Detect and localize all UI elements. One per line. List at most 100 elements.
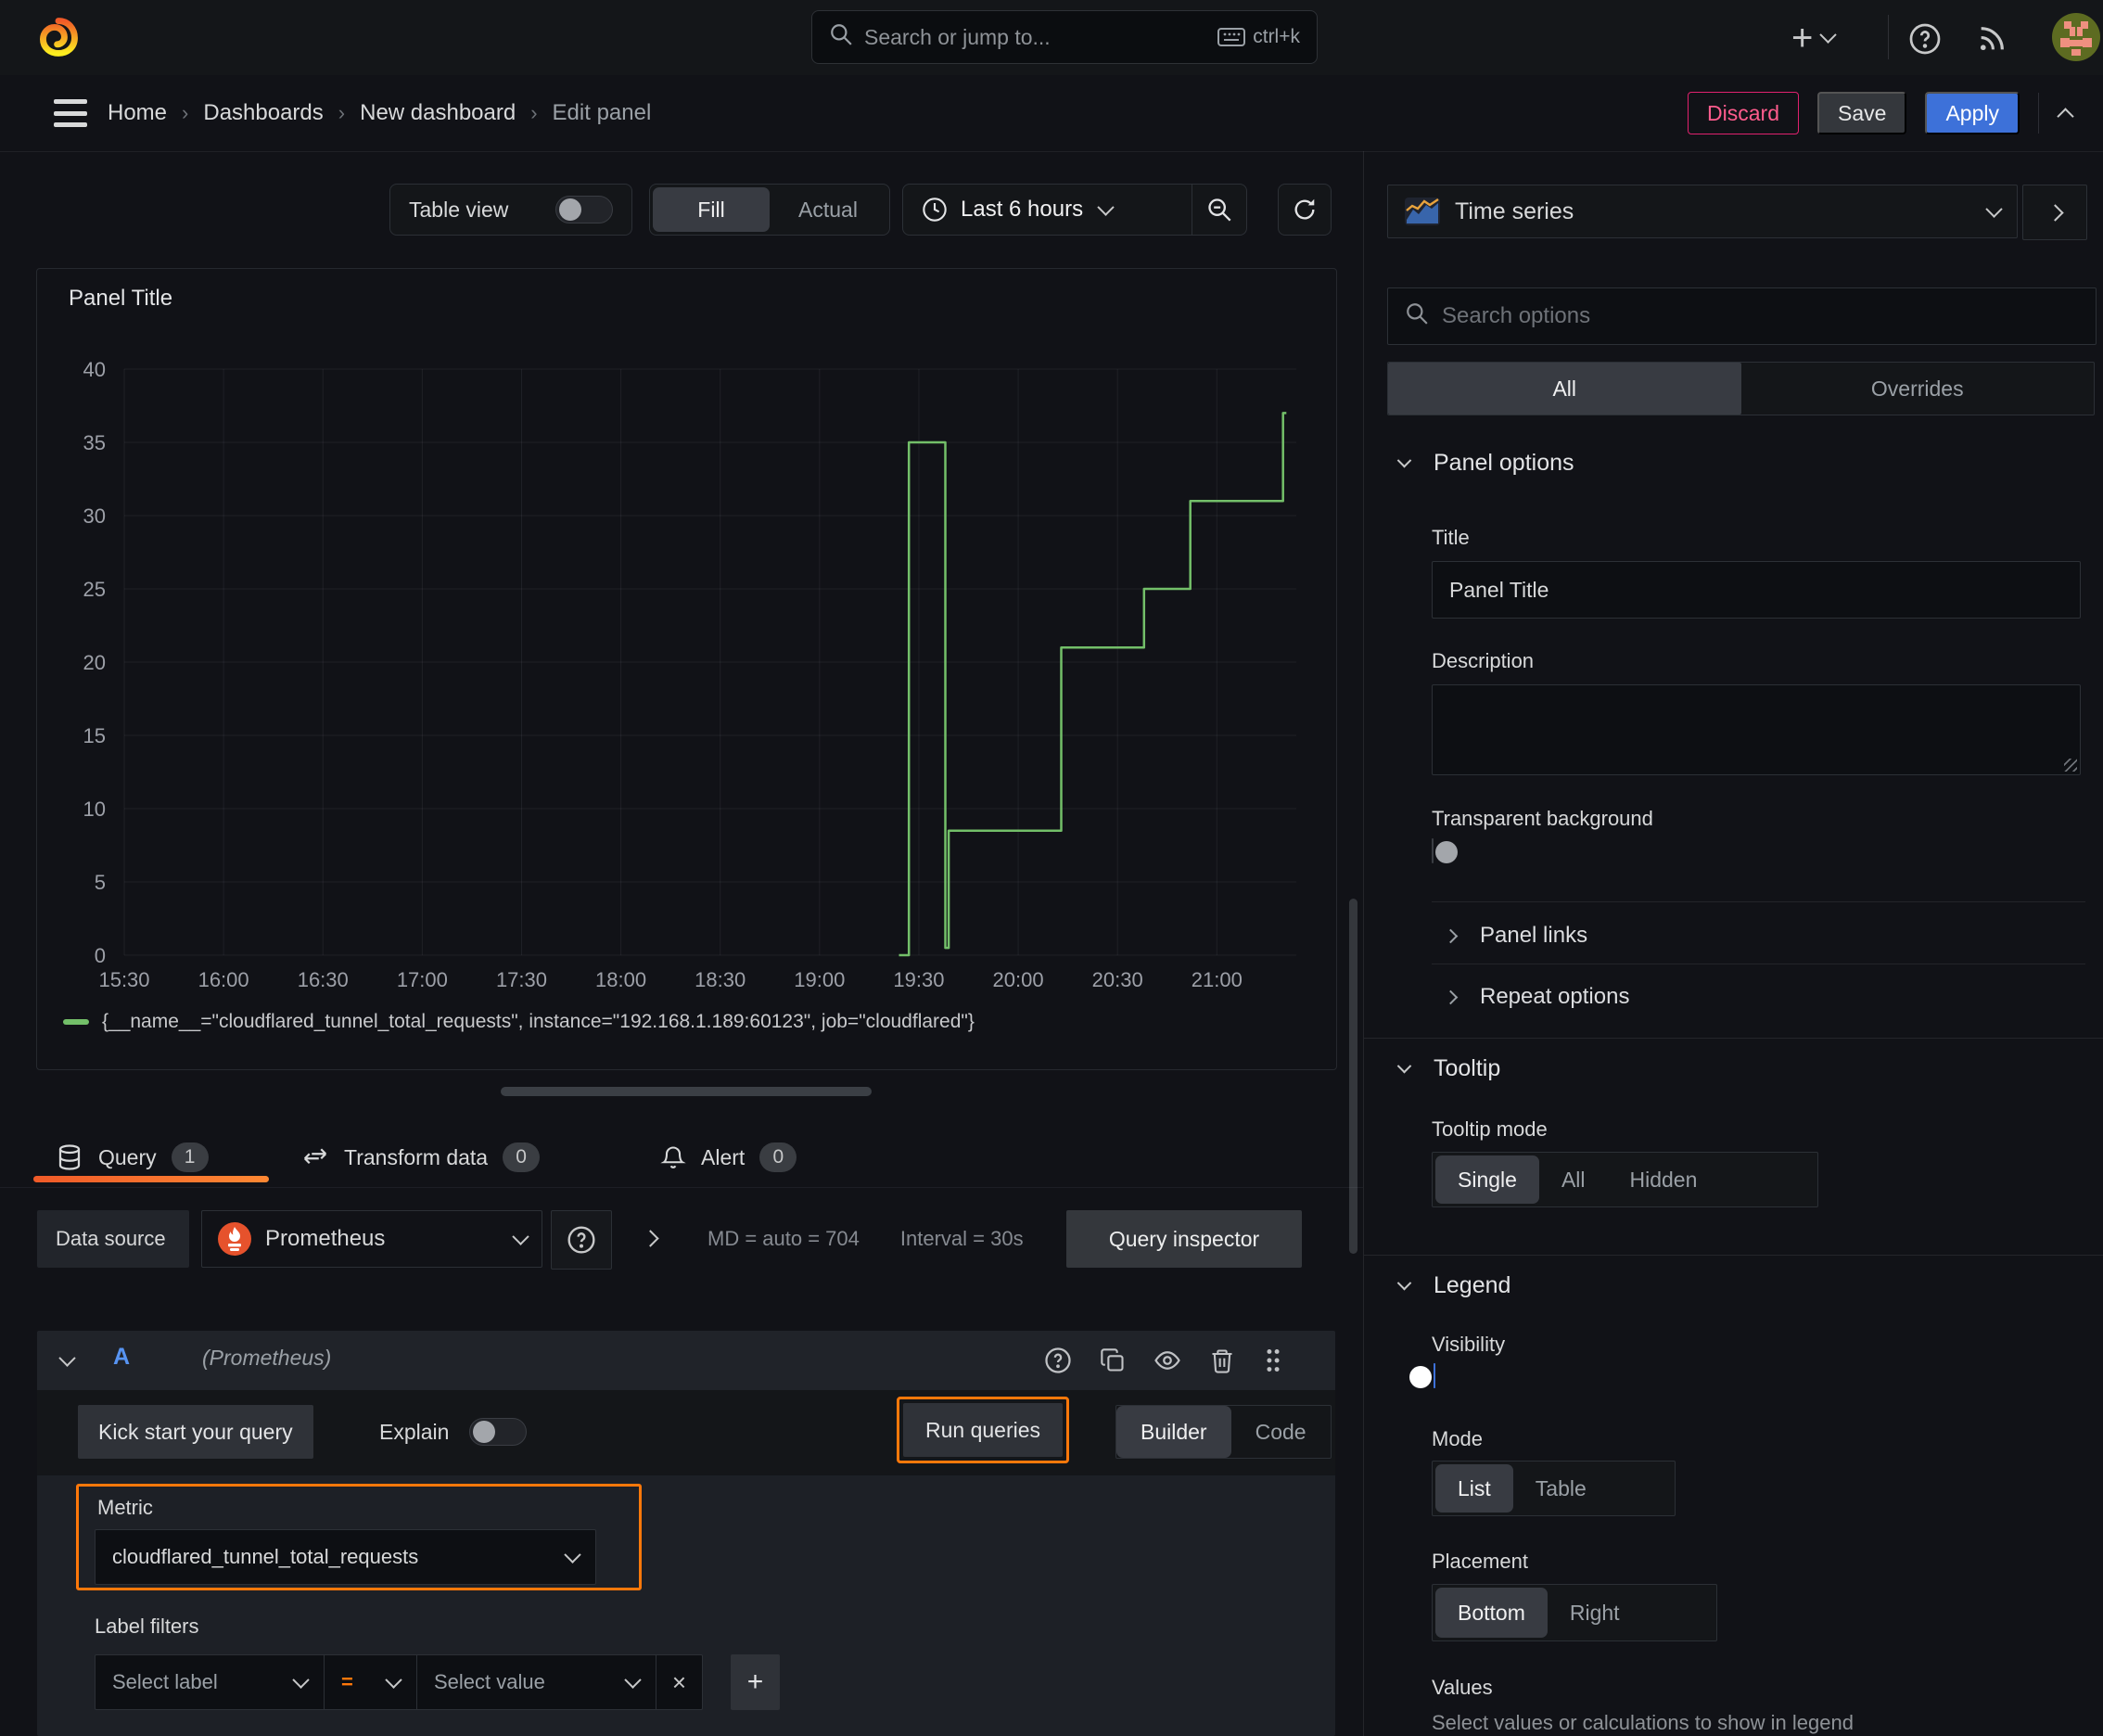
time-series-chart[interactable]: 0 5 10 15 20 25 30 35 40 15:30 16:00 16:30 17:00 17:3…	[45, 341, 1333, 990]
legend-placement-bottom[interactable]: Bottom	[1435, 1588, 1548, 1638]
table-view-group: Table view	[389, 184, 632, 236]
panel-links-section[interactable]: Panel links	[1443, 923, 1587, 949]
metric-select[interactable]: cloudflared_tunnel_total_requests	[95, 1529, 596, 1585]
legend-placement-right[interactable]: Right	[1548, 1588, 1642, 1638]
breadcrumb-new-dashboard[interactable]: New dashboard	[360, 100, 516, 126]
search-options-input[interactable]: Search options	[1387, 287, 2097, 345]
panel-title-value: Panel Title	[1449, 577, 1549, 602]
section-divider	[1364, 1255, 2103, 1256]
visualization-panel[interactable]: Panel Title 0 5 10 15 20 25 30 35 40 15:30 16:00 16…	[36, 268, 1337, 1070]
main-scrollbar[interactable]	[1349, 899, 1357, 1254]
question-circle-icon	[567, 1226, 595, 1254]
grafana-logo-icon[interactable]	[37, 13, 80, 67]
discard-button[interactable]: Discard	[1688, 92, 1800, 134]
legend-mode-table[interactable]: Table	[1513, 1464, 1609, 1513]
viz-suggestions-button[interactable]	[2022, 185, 2087, 240]
duplicate-query-button[interactable]	[1100, 1347, 1126, 1373]
select-value-dropdown[interactable]: Select value	[417, 1654, 656, 1710]
query-ref-id[interactable]: A	[113, 1344, 130, 1371]
breadcrumb-separator: ›	[338, 101, 346, 124]
fill-option[interactable]: Fill	[653, 187, 770, 232]
legend-visibility-toggle[interactable]	[1409, 1363, 1435, 1388]
expand-stats-icon[interactable]	[642, 1230, 659, 1247]
operator-value: =	[341, 1670, 353, 1693]
add-filter-button[interactable]: +	[731, 1654, 780, 1710]
collapse-header-icon[interactable]	[2057, 107, 2074, 125]
visualization-picker[interactable]: Time series	[1387, 185, 2018, 238]
query-help-button[interactable]	[1044, 1347, 1072, 1374]
datasource-name: Prometheus	[265, 1226, 386, 1251]
stat-max-datapoints: MD = auto = 704	[707, 1227, 860, 1250]
chart-legend[interactable]: {__name__="cloudflared_tunnel_total_requ…	[63, 1011, 975, 1033]
tab-overrides[interactable]: Overrides	[1741, 363, 2095, 415]
tooltip-mode-single[interactable]: Single	[1435, 1155, 1539, 1204]
description-textarea[interactable]	[1432, 684, 2081, 775]
tooltip-mode-label: Tooltip mode	[1432, 1117, 1548, 1141]
query-datasource-hint: (Prometheus)	[202, 1346, 332, 1370]
tooltip-mode-all[interactable]: All	[1539, 1155, 1608, 1204]
kick-start-button[interactable]: Kick start your query	[78, 1405, 313, 1459]
actual-option[interactable]: Actual	[770, 187, 886, 232]
y-tick-label: 25	[83, 578, 106, 601]
tab-all[interactable]: All	[1388, 363, 1741, 415]
code-option[interactable]: Code	[1231, 1406, 1331, 1458]
repeat-options-section[interactable]: Repeat options	[1443, 984, 1629, 1010]
collapse-query-icon[interactable]	[58, 1349, 76, 1367]
refresh-button[interactable]	[1278, 184, 1332, 236]
select-label-dropdown[interactable]: Select label	[95, 1654, 325, 1710]
remove-filter-button[interactable]: ×	[656, 1654, 703, 1710]
grafana-edit-panel-app: Search or jump to... ctrl+k + Home › Das…	[0, 0, 2103, 1736]
query-stats: MD = auto = 704 Interval = 30s	[707, 1210, 1024, 1268]
chevron-down-icon	[1097, 198, 1115, 216]
datasource-help-button[interactable]	[551, 1210, 612, 1270]
query-row-header[interactable]: A (Prometheus)	[37, 1331, 1335, 1390]
series-line[interactable]	[899, 412, 1287, 957]
panel-title-input[interactable]: Panel Title	[1432, 561, 2081, 619]
tooltip-mode-switcher: Single All Hidden	[1432, 1152, 1818, 1207]
actions-divider	[2038, 93, 2039, 134]
split-drag-handle[interactable]	[501, 1087, 872, 1096]
builder-option[interactable]: Builder	[1116, 1406, 1231, 1458]
new-item-button[interactable]: +	[1791, 0, 1838, 75]
tooltip-header[interactable]: Tooltip	[1396, 1055, 1501, 1082]
zoom-out-button[interactable]	[1192, 185, 1246, 235]
stat-interval: Interval = 30s	[899, 1227, 1024, 1250]
toggle-query-visibility-button[interactable]	[1153, 1347, 1181, 1374]
series-legend-label[interactable]: {__name__="cloudflared_tunnel_total_requ…	[102, 1011, 975, 1033]
query-inspector-button[interactable]: Query inspector	[1066, 1210, 1302, 1268]
transparent-background-toggle[interactable]	[1432, 838, 1458, 863]
table-view-toggle[interactable]	[555, 196, 613, 223]
datasource-picker[interactable]: Prometheus	[201, 1210, 542, 1268]
tab-transform-data[interactable]: Transform data 0	[301, 1134, 541, 1181]
tooltip-mode-hidden[interactable]: Hidden	[1608, 1155, 1720, 1204]
transform-icon	[303, 1148, 327, 1165]
breadcrumb-home[interactable]: Home	[108, 100, 167, 126]
operator-dropdown[interactable]: =	[325, 1654, 417, 1710]
global-search-input[interactable]: Search or jump to... ctrl+k	[811, 10, 1318, 64]
apply-button[interactable]: Apply	[1925, 92, 2020, 134]
panel-options-header[interactable]: Panel options	[1396, 450, 1574, 477]
save-button[interactable]: Save	[1817, 92, 1907, 134]
delete-query-button[interactable]	[1209, 1347, 1235, 1373]
tab-alert[interactable]: Alert 0	[660, 1134, 797, 1181]
query-count-badge: 1	[171, 1142, 209, 1172]
divider	[1432, 901, 2085, 902]
legend-header[interactable]: Legend	[1396, 1272, 1510, 1299]
menu-toggle-icon[interactable]	[54, 99, 87, 127]
explain-toggle[interactable]	[469, 1418, 528, 1446]
viz-type-label: Time series	[1455, 198, 1574, 224]
active-tab-underline	[33, 1176, 269, 1182]
tooltip-title: Tooltip	[1434, 1055, 1501, 1081]
select-value-placeholder: Select value	[434, 1670, 545, 1693]
news-button[interactable]	[1973, 20, 2010, 57]
drag-query-handle[interactable]	[1263, 1347, 1283, 1374]
breadcrumb-dashboards[interactable]: Dashboards	[203, 100, 323, 126]
user-avatar[interactable]	[2051, 12, 2101, 68]
run-queries-button[interactable]: Run queries	[903, 1403, 1064, 1457]
help-button[interactable]	[1906, 20, 1944, 57]
legend-mode-list[interactable]: List	[1435, 1464, 1513, 1513]
tab-query[interactable]: Query 1	[56, 1134, 209, 1181]
time-range-picker[interactable]: Last 6 hours	[903, 185, 1192, 235]
legend-values-label: Values	[1432, 1676, 1493, 1699]
query-toolbar: Kick start your query Explain Run querie…	[37, 1397, 1335, 1463]
